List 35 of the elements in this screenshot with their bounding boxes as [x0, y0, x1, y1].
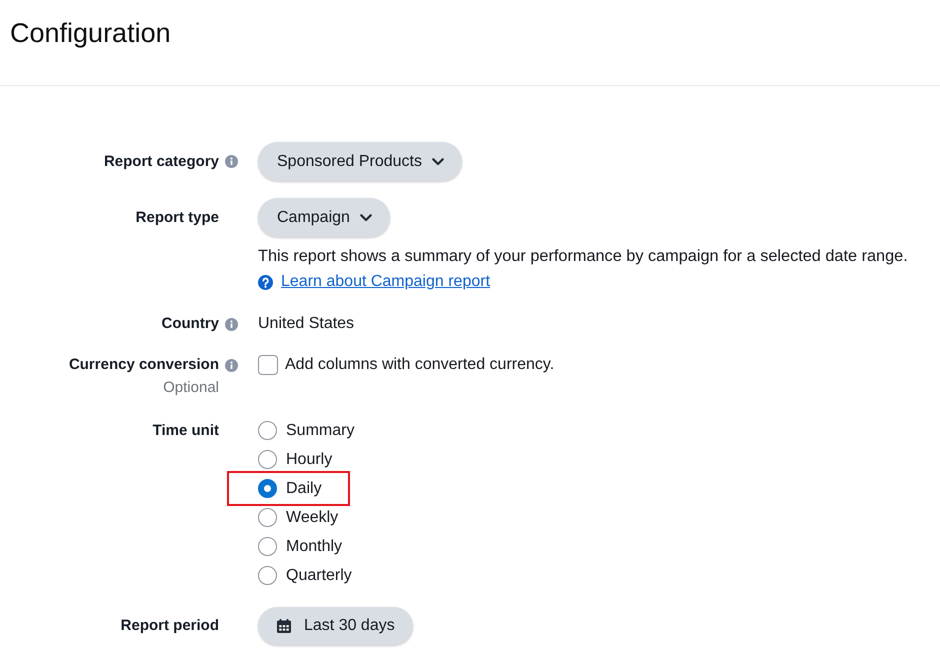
radio-label[interactable]: Summary — [286, 418, 354, 442]
calendar-icon — [277, 619, 291, 633]
field-label: Report category — [104, 152, 219, 172]
radio-label[interactable]: Weekly — [286, 506, 338, 530]
dropdown-button[interactable]: Sponsored Products — [258, 142, 462, 181]
radio-button[interactable] — [258, 566, 277, 585]
field-label: Country — [162, 314, 219, 334]
radio-button[interactable] — [258, 450, 277, 469]
field-label: Time unit — [152, 421, 219, 441]
radio-label[interactable]: Quarterly — [286, 564, 352, 588]
report-description: This report shows a summary of your performance by campaign for a selected date range. — [258, 246, 908, 267]
dropdown-button[interactable]: Campaign — [258, 198, 390, 237]
chevron-down-icon — [432, 158, 444, 166]
field-label: Currency conversion — [68, 355, 219, 375]
checkbox[interactable] — [258, 355, 278, 375]
learn-link[interactable]: Learn about Campaign report — [281, 273, 490, 291]
radio-button[interactable] — [258, 537, 277, 556]
country-value: United States — [258, 314, 354, 334]
chevron-down-icon — [360, 214, 372, 222]
radio-label[interactable]: Daily — [286, 476, 322, 500]
page-title: Configuration — [10, 18, 171, 48]
radio-label[interactable]: Monthly — [286, 534, 342, 558]
radio-button[interactable] — [258, 479, 277, 498]
radio-button[interactable] — [258, 421, 277, 440]
help-icon — [258, 274, 273, 290]
checkbox-label[interactable]: Add columns with converted currency. — [285, 353, 554, 377]
field-label: Report period — [120, 616, 219, 636]
info-icon[interactable] — [225, 358, 238, 372]
optional-hint: Optional — [163, 378, 219, 398]
info-icon[interactable] — [225, 155, 238, 168]
radio-label[interactable]: Hourly — [286, 448, 332, 472]
date-range-button[interactable]: Last 30 days — [258, 607, 413, 645]
info-icon[interactable] — [225, 318, 238, 330]
radio-button[interactable] — [258, 508, 277, 527]
field-label: Report type — [136, 208, 219, 228]
